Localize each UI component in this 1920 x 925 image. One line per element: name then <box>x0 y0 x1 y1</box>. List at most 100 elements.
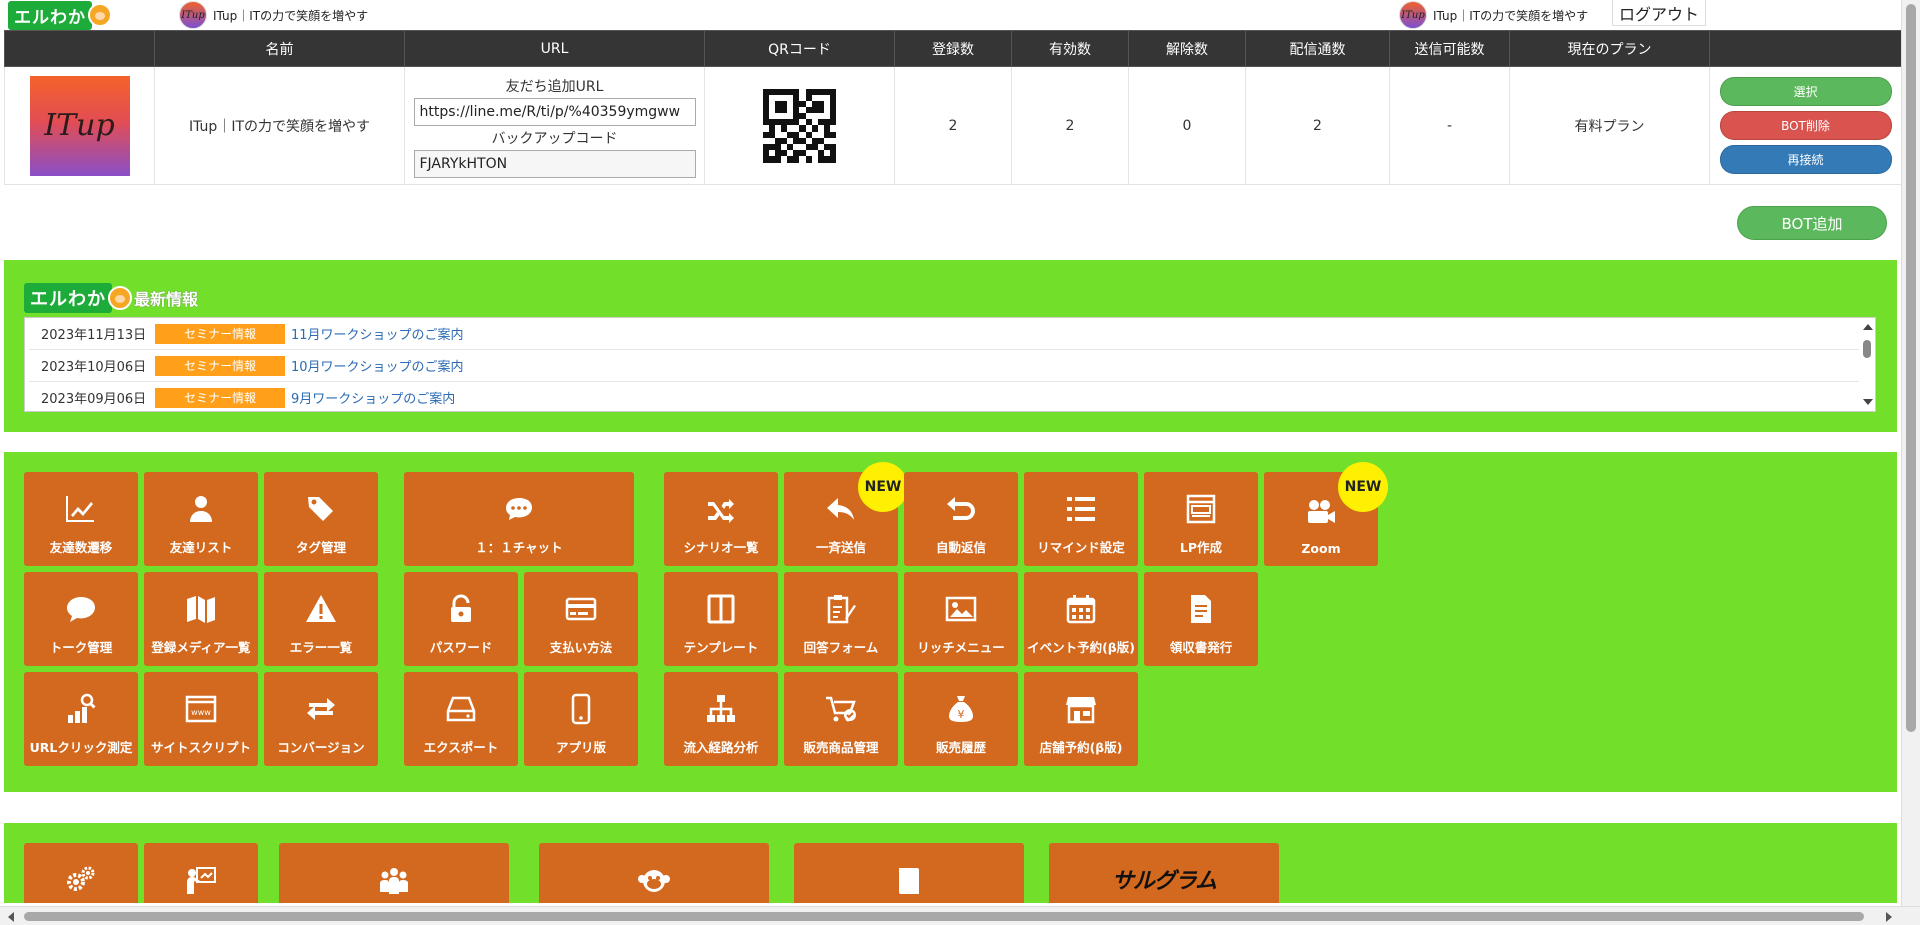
page-horizontal-scrollbar[interactable] <box>0 906 1920 925</box>
menu-tile-undo[interactable]: 自動返信 <box>904 472 1018 566</box>
comment-icon <box>63 591 99 627</box>
news-link[interactable]: 10月ワークショップのご案内 <box>291 356 464 375</box>
menu-tile-warning[interactable]: エラー一覧 <box>264 572 378 666</box>
qr-code <box>762 88 837 163</box>
scroll-right-icon[interactable] <box>1886 912 1892 922</box>
menu-tile-mobile[interactable]: アプリ版 <box>524 672 638 766</box>
store-icon <box>1063 691 1099 727</box>
menu-tile-bar-search[interactable]: URLクリック測定 <box>24 672 138 766</box>
menu-tile-webpage[interactable]: LP作成 <box>1144 472 1258 566</box>
menu-tile-columns[interactable]: テンプレート <box>664 572 778 666</box>
menu-tile-list[interactable]: リマインド設定 <box>1024 472 1138 566</box>
new-badge: NEW <box>1338 462 1388 512</box>
unsubscribed-count: 0 <box>1128 66 1246 185</box>
menu-tile-label: １：１チャット <box>475 540 563 555</box>
account-current[interactable]: ITup ITup｜ITの力で笑顔を増やす <box>1399 1 1588 29</box>
reconnect-button[interactable]: 再接続 <box>1719 145 1892 174</box>
gears-icon <box>63 863 99 899</box>
news-link[interactable]: 9月ワークショップのご案内 <box>291 388 455 407</box>
menu-tile-label: 友達リスト <box>169 540 233 555</box>
menu-tile-credit-card[interactable]: 支払い方法 <box>524 572 638 666</box>
news-link[interactable]: 11月ワークショップのご案内 <box>291 324 464 343</box>
scroll-thumb[interactable] <box>1906 4 1916 732</box>
scroll-down-icon[interactable] <box>1863 399 1873 405</box>
menu-tile-calendar[interactable]: イベント予約(β版) <box>1024 572 1138 666</box>
chart-line-icon <box>63 491 99 527</box>
top-bar: エルわか ITup ITup｜ITの力で笑顔を増やす ITup ITup｜ITの… <box>0 0 1900 30</box>
menu-tile-money-bag[interactable]: ¥ 販売履歴 <box>904 672 1018 766</box>
menu-tile-lock[interactable]: パスワード <box>404 572 518 666</box>
menu-tile-gears[interactable] <box>24 843 138 903</box>
menu-tile-label: Zoom <box>1301 541 1341 556</box>
menu-tile-store[interactable]: 店舗予約(β版) <box>1024 672 1138 766</box>
menu-tile-monkey-face[interactable] <box>539 843 769 903</box>
backup-code-field[interactable] <box>413 149 696 178</box>
menu-panel: 友達数遷移 友達リスト タグ管理 １：１チャット シナリオ一覧 一斉送信 NEW 自動返信 リマ… <box>4 452 1897 792</box>
menu-tile-label: 自動返信 <box>935 540 986 555</box>
news-title: 最新情報 <box>134 290 199 309</box>
monkey-icon <box>88 3 112 27</box>
bar-search-icon <box>63 691 99 727</box>
app-logo[interactable]: エルわか <box>8 0 112 30</box>
columns-icon <box>703 591 739 627</box>
menu-tile-label: URLクリック測定 <box>29 740 133 755</box>
table-header-row: 名前 URL QRコード 登録数 有効数 解除数 配信通数 送信可能数 現在のプ… <box>4 30 1902 67</box>
scroll-left-icon[interactable] <box>8 912 14 922</box>
menu-tile-label: 回答フォーム <box>803 640 879 655</box>
menu-tile-hdd[interactable]: エクスポート <box>404 672 518 766</box>
menu-tile-label: サイトスクリプト <box>150 740 251 755</box>
menu-tile-browser-www[interactable]: www サイトスクリプト <box>144 672 258 766</box>
qr-cell <box>704 66 895 185</box>
col-header-sendable: 送信可能数 <box>1389 30 1510 67</box>
friend-url-label: 友だち追加URL <box>505 78 604 95</box>
scroll-up-icon[interactable] <box>1863 324 1873 330</box>
col-header-plan: 現在のプラン <box>1509 30 1710 67</box>
bot-name: ITup｜ITの力で笑顔を増やす <box>154 66 405 185</box>
menu-tile-clipboard-edit[interactable]: 回答フォーム <box>784 572 898 666</box>
menu-tile-sitemap[interactable]: 流入経路分析 <box>664 672 778 766</box>
menu-tile-label: コンバージョン <box>277 740 365 755</box>
logo-text: エルわか <box>8 0 92 30</box>
menu-tile-tags[interactable]: タグ管理 <box>264 472 378 566</box>
credit-card-icon <box>563 591 599 627</box>
menu-tile-exchange[interactable]: コンバージョン <box>264 672 378 766</box>
account-switcher[interactable]: ITup ITup｜ITの力で笑顔を増やす <box>179 1 368 29</box>
menu-tile-receipt[interactable]: 領収書発行 <box>1144 572 1258 666</box>
logout-button[interactable]: ログアウト <box>1612 0 1706 26</box>
backup-code-label: バックアップコード <box>491 130 618 147</box>
col-header-qr: QRコード <box>704 30 895 67</box>
news-logo: エルわか <box>24 283 112 313</box>
menu-tile-comment[interactable]: トーク管理 <box>24 572 138 666</box>
menu-tile-chart-line[interactable]: 友達数遷移 <box>24 472 138 566</box>
bot-add-button[interactable]: BOT追加 <box>1737 206 1887 240</box>
menu-tile-book[interactable] <box>794 843 1024 903</box>
bot-delete-button[interactable]: BOT削除 <box>1719 111 1892 140</box>
list-item: 2023年11月13日 セミナー情報 11月ワークショップのご案内 <box>29 318 1865 350</box>
menu-tile-sarugram-logo[interactable]: サルグラム <box>1049 843 1279 903</box>
news-date: 2023年09月06日 <box>41 392 147 407</box>
list-item: 2023年09月06日 セミナー情報 9月ワークショップのご案内 <box>29 382 1865 411</box>
news-scrollbar[interactable] <box>1859 318 1875 411</box>
menu-tile-teacher[interactable] <box>144 843 258 903</box>
menu-tile-cart-check[interactable]: 販売商品管理 <box>784 672 898 766</box>
scroll-thumb[interactable] <box>24 912 1864 921</box>
menu-tile-label: トーク管理 <box>49 640 113 655</box>
menu-tile-shuffle[interactable]: シナリオ一覧 <box>664 472 778 566</box>
menu-tile-map[interactable]: 登録メディア一覧 <box>144 572 258 666</box>
receipt-icon <box>1183 591 1219 627</box>
select-button[interactable]: 選択 <box>1719 77 1892 106</box>
menu-tile-group[interactable] <box>279 843 509 903</box>
menu-tile-label: リマインド設定 <box>1037 540 1125 555</box>
lock-icon <box>443 591 479 627</box>
active-count: 2 <box>1011 66 1129 185</box>
friend-url-field[interactable] <box>413 97 696 126</box>
page-vertical-scrollbar[interactable] <box>1901 0 1920 910</box>
menu-tile-image[interactable]: リッチメニュー <box>904 572 1018 666</box>
menu-tile-label: 店舗予約(β版) <box>1039 740 1123 755</box>
menu-tile-label: エラー一覧 <box>289 640 353 655</box>
menu-tile-label: 流入経路分析 <box>683 740 759 755</box>
scroll-thumb[interactable] <box>1863 340 1871 358</box>
news-date: 2023年11月13日 <box>41 328 147 343</box>
menu-tile-chat-bubble[interactable]: １：１チャット <box>404 472 634 566</box>
menu-tile-user[interactable]: 友達リスト <box>144 472 258 566</box>
